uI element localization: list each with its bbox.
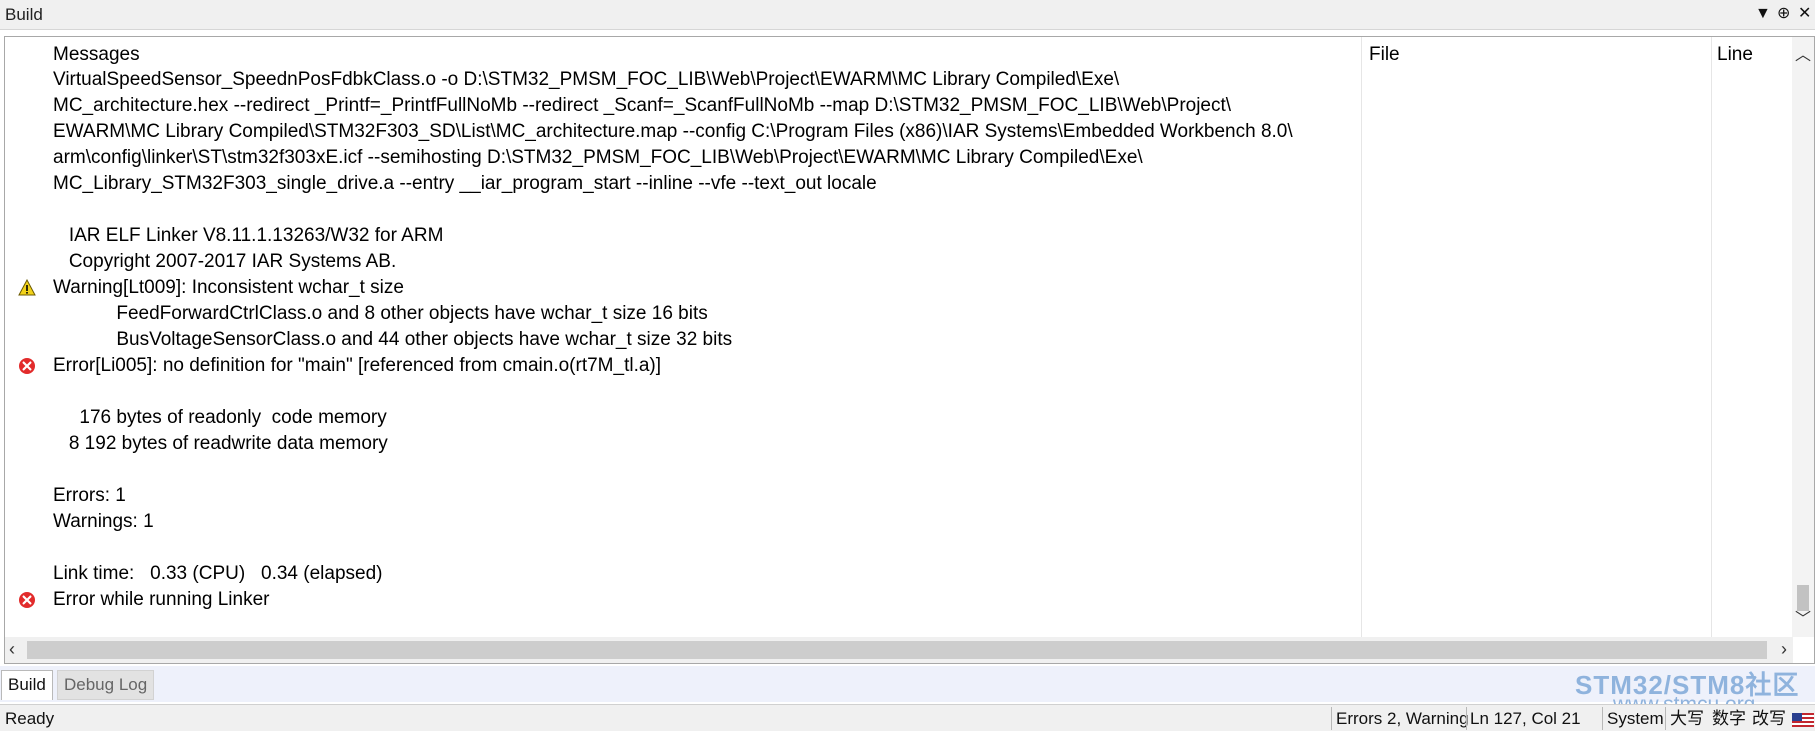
message-row[interactable]: 176 bytes of readonly code memory [5, 405, 1795, 431]
message-row[interactable]: Copyright 2007-2017 IAR Systems AB. [5, 249, 1795, 275]
message-row[interactable]: FeedForwardCtrlClass.o and 8 other objec… [5, 301, 1795, 327]
message-list: VirtualSpeedSensor_SpeednPosFdbkClass.o … [5, 67, 1795, 613]
error-icon [18, 591, 36, 609]
message-text: EWARM\MC Library Compiled\STM32F303_SD\L… [53, 121, 1293, 142]
us-flag-icon [1792, 713, 1814, 727]
message-row[interactable]: Error[Li005]: no definition for "main" [… [5, 353, 1795, 379]
message-text: Warnings: 1 [53, 511, 154, 532]
status-divider [1466, 707, 1467, 730]
message-row[interactable]: Warning[Lt009]: Inconsistent wchar_t siz… [5, 275, 1795, 301]
message-text: Error while running Linker [53, 589, 270, 610]
status-ready: Ready [5, 709, 55, 728]
message-text: Errors: 1 [53, 485, 126, 506]
scroll-up-icon[interactable]: ︿ [1795, 41, 1811, 65]
dropdown-icon[interactable]: ▼ [1755, 4, 1771, 24]
status-bar: Ready Errors 2, Warning Ln 127, Col 21 S… [0, 704, 1815, 731]
status-cursor-position: Ln 127, Col 21 [1470, 709, 1581, 728]
message-text: IAR ELF Linker V8.11.1.13263/W32 for ARM [53, 225, 444, 246]
vertical-scrollbar[interactable]: ︿ ﹀ [1792, 37, 1814, 637]
message-row[interactable]: EWARM\MC Library Compiled\STM32F303_SD\L… [5, 119, 1795, 145]
message-row[interactable]: IAR ELF Linker V8.11.1.13263/W32 for ARM [5, 223, 1795, 249]
tab-debug-log[interactable]: Debug Log [57, 670, 155, 700]
status-ovr: 改写 [1752, 709, 1786, 728]
message-row[interactable]: 8 192 bytes of readwrite data memory [5, 431, 1795, 457]
scroll-right-icon[interactable]: › [1781, 639, 1787, 660]
message-text: FeedForwardCtrlClass.o and 8 other objec… [53, 303, 708, 324]
message-text: BusVoltageSensorClass.o and 44 other obj… [53, 329, 733, 350]
panel-title: Build [5, 5, 43, 24]
message-text: Copyright 2007-2017 IAR Systems AB. [53, 251, 397, 272]
message-row[interactable]: Errors: 1 [5, 483, 1795, 509]
message-row[interactable]: VirtualSpeedSensor_SpeednPosFdbkClass.o … [5, 67, 1795, 93]
message-text: Link time: 0.33 (CPU) 0.34 (elapsed) [53, 563, 383, 584]
message-text: Error[Li005]: no definition for "main" [… [53, 355, 662, 376]
message-row[interactable]: MC_architecture.hex --redirect _Printf=_… [5, 93, 1795, 119]
message-row[interactable] [5, 379, 1795, 405]
message-row[interactable]: MC_Library_STM32F303_single_drive.a --en… [5, 171, 1795, 197]
horizontal-scrollbar[interactable]: ‹ › [5, 637, 1793, 663]
message-row[interactable]: Error while running Linker [5, 587, 1795, 613]
message-text: Warning[Lt009]: Inconsistent wchar_t siz… [53, 277, 404, 298]
message-row[interactable]: arm\config\linker\ST\stm32f303xE.icf --s… [5, 145, 1795, 171]
status-num: 数字 [1712, 709, 1746, 728]
status-caps: 大写 [1670, 709, 1704, 728]
message-row[interactable]: BusVoltageSensorClass.o and 44 other obj… [5, 327, 1795, 353]
message-row[interactable]: Link time: 0.33 (CPU) 0.34 (elapsed) [5, 561, 1795, 587]
horizontal-scroll-thumb[interactable] [27, 641, 1767, 659]
scroll-left-icon[interactable]: ‹ [9, 639, 15, 660]
warning-icon [18, 278, 36, 297]
message-text: MC_Library_STM32F303_single_drive.a --en… [53, 173, 877, 194]
message-text: 8 192 bytes of readwrite data memory [53, 433, 388, 454]
tab-build[interactable]: Build [1, 670, 53, 700]
pin-icon[interactable]: ⊕ [1777, 4, 1790, 24]
status-divider [1331, 707, 1332, 730]
scroll-down-icon[interactable]: ﹀ [1795, 605, 1811, 629]
message-text: MC_architecture.hex --redirect _Printf=_… [53, 95, 1232, 116]
panel-titlebar: Build ▼ ⊕ ✕ [0, 0, 1815, 30]
error-icon [18, 357, 36, 375]
close-icon[interactable]: ✕ [1798, 4, 1811, 24]
message-row[interactable] [5, 457, 1795, 483]
status-errors: Errors 2, Warning [1336, 709, 1469, 728]
status-encoding: System [1607, 709, 1664, 728]
message-row[interactable] [5, 535, 1795, 561]
status-divider [1602, 707, 1603, 730]
message-text: 176 bytes of readonly code memory [53, 407, 387, 428]
message-row[interactable] [5, 197, 1795, 223]
panel-tab-bar: Build Debug Log [0, 666, 1815, 702]
build-messages-panel: Messages File Line VirtualSpeedSensor_Sp… [4, 36, 1815, 664]
message-text: VirtualSpeedSensor_SpeednPosFdbkClass.o … [53, 69, 1120, 90]
status-divider [1665, 707, 1666, 730]
message-text: arm\config\linker\ST\stm32f303xE.icf --s… [53, 147, 1143, 168]
message-row[interactable]: Warnings: 1 [5, 509, 1795, 535]
